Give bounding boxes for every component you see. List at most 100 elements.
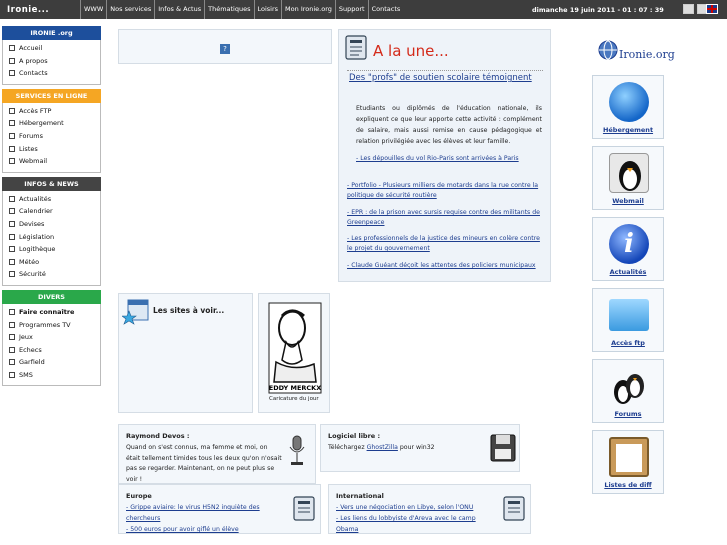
software-title: Logiciel libre : bbox=[328, 432, 381, 440]
europe-link[interactable]: - Grippe aviaire: le virus H5N2 inquiète… bbox=[126, 503, 276, 524]
caricature-box: EDDY MERCKX Caricature du jour bbox=[258, 293, 330, 413]
nav-thematiques[interactable]: Thématiques bbox=[204, 0, 253, 19]
sites-title: Les sites à voir... bbox=[153, 306, 225, 315]
feature-link[interactable]: - Les dépouilles du vol Rio-Paris sont a… bbox=[356, 155, 542, 162]
top-icons bbox=[683, 4, 708, 14]
sidebar-item-a-propos[interactable]: A propos bbox=[3, 55, 100, 68]
nav-support[interactable]: Support bbox=[334, 0, 368, 19]
uk-flag-icon[interactable] bbox=[706, 4, 718, 14]
service-label[interactable]: Hébergement bbox=[593, 126, 663, 134]
europe-title: Europe bbox=[126, 492, 152, 500]
sidebar-item-faire-connaitre[interactable]: Faire connaître bbox=[3, 306, 100, 319]
newspaper-icon bbox=[293, 496, 315, 521]
favorites-icon[interactable] bbox=[683, 4, 694, 14]
sidebar-item-meteo[interactable]: Météo bbox=[3, 256, 100, 269]
quote-box: Raymond Devos : Quand on s'est connus, m… bbox=[118, 424, 316, 484]
sidebar: IRONIE .org Accueil A propos Contacts SE… bbox=[2, 26, 101, 390]
sites-box: Les sites à voir... bbox=[118, 293, 253, 413]
sidebar-item-garfield[interactable]: Garfield bbox=[3, 356, 100, 369]
quote-line: était tellement timides tous les deux qu… bbox=[126, 454, 282, 462]
sidebar-item-listes[interactable]: Listes bbox=[3, 143, 100, 156]
sidebar-item-ftp[interactable]: Accès FTP bbox=[3, 105, 100, 118]
feature-title-link[interactable]: Des "profs" de soutien scolaire témoigne… bbox=[349, 73, 544, 84]
divider bbox=[347, 70, 543, 71]
service-listes[interactable]: Listes de diff bbox=[592, 430, 664, 494]
service-label[interactable]: Forums bbox=[593, 410, 663, 418]
software-link[interactable]: GhostZilla bbox=[367, 444, 398, 451]
europe-box: Europe - Grippe aviaire: le virus H5N2 i… bbox=[118, 484, 321, 534]
quote-text: Quand on s'est connus, ma femme et moi, … bbox=[126, 443, 291, 485]
une-panel: A la une... Des "profs" de soutien scola… bbox=[338, 29, 551, 282]
service-forums[interactable]: Forums bbox=[592, 359, 664, 423]
ad-box: ? bbox=[118, 29, 332, 64]
sidebar-item-sms[interactable]: SMS bbox=[3, 369, 100, 382]
clipboard-icon bbox=[609, 437, 649, 477]
ironie-logo[interactable]: Ironie.org bbox=[598, 40, 675, 62]
service-actualites[interactable]: i Actualités bbox=[592, 217, 664, 281]
sidebar-item-programmes-tv[interactable]: Programmes TV bbox=[3, 319, 100, 332]
caricature-image[interactable]: EDDY MERCKX bbox=[268, 302, 322, 394]
section-services: Accès FTP Hébergement Forums Listes Webm… bbox=[2, 102, 101, 173]
nav-mon-ironie[interactable]: Mon Ironie.org bbox=[281, 0, 335, 19]
broken-image-icon: ? bbox=[220, 44, 230, 54]
news-link-text[interactable]: - Les professionnels de la justice des m… bbox=[347, 235, 540, 252]
nav-services[interactable]: Nos services bbox=[106, 0, 154, 19]
service-label[interactable]: Listes de diff bbox=[593, 481, 663, 489]
sidebar-item-devises[interactable]: Devises bbox=[3, 218, 100, 231]
nav-infos[interactable]: Infos & Actus bbox=[154, 0, 204, 19]
section-infos: Actualités Calendrier Devises Législatio… bbox=[2, 190, 101, 286]
sidebar-item-accueil[interactable]: Accueil bbox=[3, 42, 100, 55]
feature-text: Etudiants ou diplômés de l'éducation nat… bbox=[356, 105, 542, 145]
quote-title: Raymond Devos : bbox=[126, 432, 190, 440]
datetime: dimanche 19 juin 2011 - 01 : 07 : 39 bbox=[532, 6, 664, 14]
brand-title[interactable]: Ironie... bbox=[0, 5, 80, 15]
international-link[interactable]: - Vers une négociation en Libye, selon l… bbox=[336, 503, 486, 514]
top-nav: WWW Nos services Infos & Actus Thématiqu… bbox=[80, 0, 403, 19]
sidebar-item-contacts[interactable]: Contacts bbox=[3, 67, 100, 80]
nav-www[interactable]: WWW bbox=[80, 0, 106, 19]
section-divers: Faire connaître Programmes TV Jeux Echec… bbox=[2, 303, 101, 387]
service-label[interactable]: Actualités bbox=[593, 268, 663, 276]
service-label[interactable]: Accès ftp bbox=[593, 339, 663, 347]
news-link[interactable]: - Les professionnels de la justice des m… bbox=[347, 234, 547, 254]
sidebar-item-legislation[interactable]: Législation bbox=[3, 231, 100, 244]
news-link[interactable]: - Claude Guéant déçoit les attentes des … bbox=[347, 261, 547, 271]
top-bar: Ironie... WWW Nos services Infos & Actus… bbox=[0, 0, 727, 19]
international-link[interactable]: - Les liens du lobbyiste d'Areva avec le… bbox=[336, 514, 486, 535]
globe-logo-icon bbox=[598, 40, 618, 60]
folder-icon bbox=[609, 299, 649, 331]
service-label[interactable]: Webmail bbox=[593, 197, 663, 205]
quote-line: Quand on s'est connus, ma femme et moi, … bbox=[126, 444, 268, 451]
software-prefix: Téléchargez bbox=[328, 444, 367, 451]
sidebar-item-securite[interactable]: Sécurité bbox=[3, 268, 100, 281]
logo-text: Ironie.org bbox=[619, 48, 675, 61]
section-ironie-header: IRONIE .org bbox=[2, 26, 101, 40]
newspaper-icon bbox=[345, 35, 367, 60]
sidebar-item-forums[interactable]: Forums bbox=[3, 130, 100, 143]
sidebar-item-actualites[interactable]: Actualités bbox=[3, 193, 100, 206]
news-link[interactable]: - EPR : de la prison avec sursis requise… bbox=[347, 208, 547, 228]
globe-icon bbox=[609, 82, 649, 122]
service-hebergement[interactable]: Hébergement bbox=[592, 75, 664, 139]
news-link[interactable]: - Portfolio - Plusieurs milliers de mota… bbox=[347, 181, 547, 201]
software-suffix: pour win32 bbox=[397, 444, 435, 451]
section-divers-header: DIVERS bbox=[2, 289, 101, 304]
sidebar-item-logitheque[interactable]: Logithèque bbox=[3, 243, 100, 256]
europe-link[interactable]: - 500 euros pour avoir giflé un élève bbox=[126, 525, 276, 536]
news-link-text[interactable]: - EPR : de la prison avec sursis requise… bbox=[347, 209, 540, 226]
service-ftp[interactable]: Accès ftp bbox=[592, 288, 664, 352]
bookmark-star-icon bbox=[122, 299, 149, 325]
sidebar-item-webmail[interactable]: Webmail bbox=[3, 155, 100, 168]
section-infos-header: INFOS & NEWS bbox=[2, 176, 101, 191]
sidebar-item-calendrier[interactable]: Calendrier bbox=[3, 205, 100, 218]
nav-contacts[interactable]: Contacts bbox=[367, 0, 404, 19]
news-link-text[interactable]: - Claude Guéant déçoit les attentes des … bbox=[347, 262, 536, 269]
sidebar-item-echecs[interactable]: Echecs bbox=[3, 344, 100, 357]
nav-loisirs[interactable]: Loisirs bbox=[253, 0, 282, 19]
service-webmail[interactable]: Webmail bbox=[592, 146, 664, 210]
sidebar-item-hebergement[interactable]: Hébergement bbox=[3, 117, 100, 130]
microphone-icon bbox=[289, 435, 305, 465]
sidebar-item-jeux[interactable]: Jeux bbox=[3, 331, 100, 344]
news-link-text[interactable]: - Portfolio - Plusieurs milliers de mota… bbox=[347, 182, 538, 199]
section-ironie: Accueil A propos Contacts bbox=[2, 40, 101, 85]
